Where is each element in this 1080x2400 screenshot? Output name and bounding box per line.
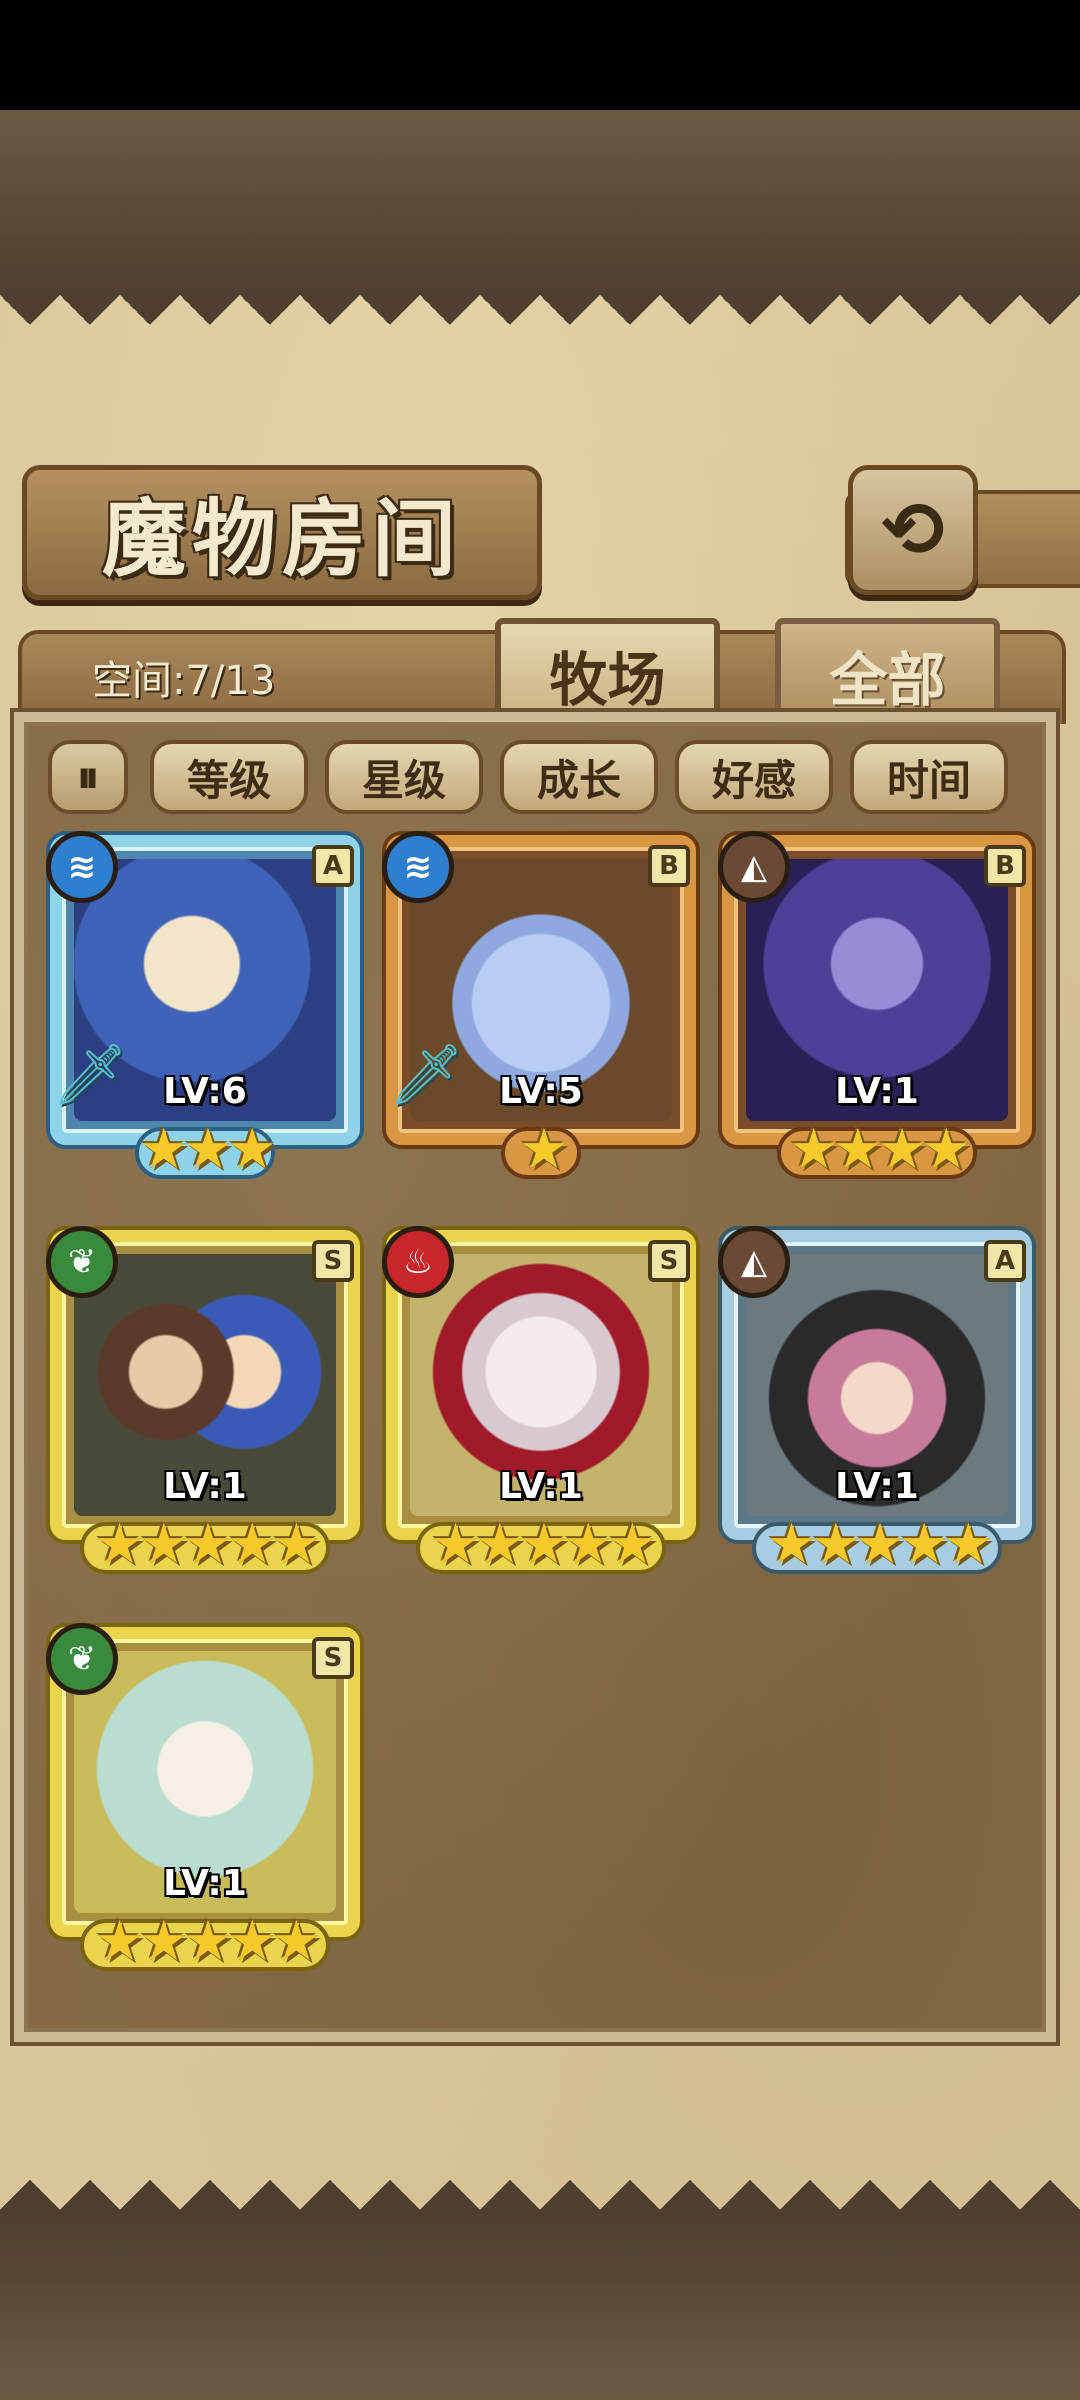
sort-star-button[interactable]: 星级 (325, 740, 483, 814)
wood-element-icon: ❦ (46, 1623, 118, 1695)
rank-badge: A (984, 1240, 1026, 1282)
star-rating: ★ (518, 1117, 569, 1182)
sort-growth-button[interactable]: 成长 (500, 740, 658, 814)
sort-order-toggle[interactable]: ⏸ (48, 740, 128, 814)
rank-badge: S (312, 1240, 354, 1282)
wood-element-icon: ❦ (46, 1226, 118, 1298)
level-label: LV:6 (163, 1071, 247, 1112)
level-label: LV:5 (499, 1071, 583, 1112)
torn-edge-top (0, 295, 1080, 355)
earth-element-icon: ◭ (718, 1226, 790, 1298)
sort-order-icon: ⏸ (77, 751, 99, 803)
monster-card[interactable]: ≋ B 🗡 LV:5 ★ (382, 831, 696, 1182)
return-arrow-icon: ⟲ (881, 485, 945, 574)
sort-time-button[interactable]: 时间 (850, 740, 1008, 814)
map-band-top (0, 110, 1080, 295)
level-label: LV:1 (163, 1863, 247, 1904)
star-rating: ★★★★★ (430, 1512, 657, 1577)
title-banner: 魔物房间 (22, 465, 542, 600)
level-label: LV:1 (499, 1466, 583, 1507)
monster-card[interactable]: ≋ A 🗡 LV:6 ★★★ (46, 831, 360, 1182)
fire-element-icon: ♨ (382, 1226, 454, 1298)
monster-card[interactable]: ◭ B LV:1 ★★★★ (718, 831, 1032, 1182)
rank-badge: B (648, 845, 690, 887)
tab-ranch[interactable]: 牧场 (495, 618, 720, 726)
monster-card[interactable]: ❦ S LV:1 ★★★★★ (46, 1623, 360, 1974)
rank-badge: S (312, 1637, 354, 1679)
level-label: LV:1 (835, 1071, 919, 1112)
level-label: LV:1 (835, 1466, 919, 1507)
space-capacity-label: 空间:7/13 (92, 658, 276, 704)
star-rating: ★★★★★ (766, 1512, 993, 1577)
level-label: LV:1 (163, 1466, 247, 1507)
star-rating: ★★★ (138, 1117, 278, 1182)
torn-edge-bottom (0, 2150, 1080, 2210)
star-rating: ★★★★★ (94, 1512, 321, 1577)
earth-element-icon: ◭ (718, 831, 790, 903)
page-title: 魔物房间 (101, 489, 462, 588)
star-rating: ★★★★★ (94, 1909, 321, 1974)
monster-card[interactable]: ❦ S LV:1 ★★★★★ (46, 1226, 360, 1577)
monster-card[interactable]: ◭ A LV:1 ★★★★★ (718, 1226, 1032, 1577)
map-band-bottom (0, 2210, 1080, 2400)
sort-level-button[interactable]: 等级 (150, 740, 308, 814)
back-button[interactable]: ⟲ (848, 465, 978, 595)
water-element-icon: ≋ (382, 831, 454, 903)
sort-affection-button[interactable]: 好感 (675, 740, 833, 814)
rank-badge: S (648, 1240, 690, 1282)
water-element-icon: ≋ (46, 831, 118, 903)
monster-card[interactable]: ♨ S LV:1 ★★★★★ (382, 1226, 696, 1577)
rank-badge: A (312, 845, 354, 887)
tab-all[interactable]: 全部 (775, 618, 1000, 726)
star-rating: ★★★★ (788, 1117, 972, 1182)
rank-badge: B (984, 845, 1026, 887)
